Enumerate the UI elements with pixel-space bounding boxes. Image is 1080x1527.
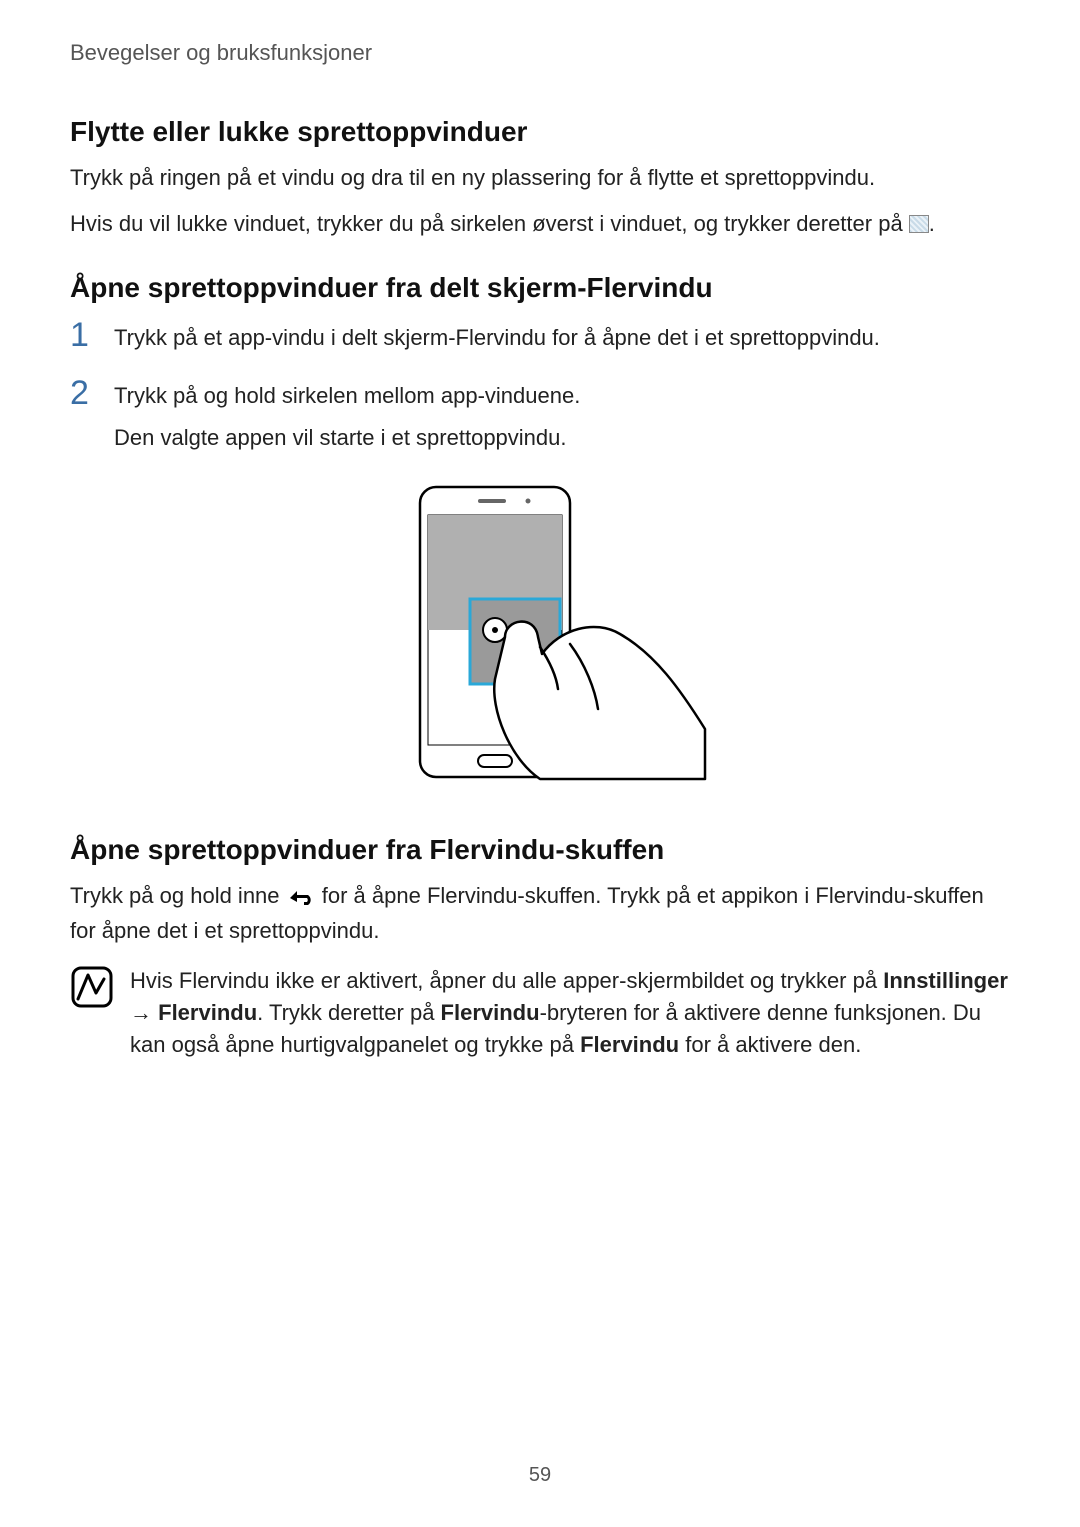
bold-text: Innstillinger bbox=[883, 968, 1008, 993]
back-arrow-icon bbox=[286, 883, 316, 915]
bold-text: Flervindu bbox=[580, 1032, 679, 1057]
figure-phone-tap bbox=[70, 479, 1010, 794]
text: Hvis Flervindu ikke er aktivert, åpner d… bbox=[130, 968, 883, 993]
page: Bevegelser og bruksfunksjoner Flytte ell… bbox=[0, 0, 1080, 1527]
text: → bbox=[130, 1000, 158, 1025]
section-heading-open-from-tray: Åpne sprettoppvinduer fra Flervindu-skuf… bbox=[70, 834, 1010, 866]
text: . Trykk deretter på bbox=[257, 1000, 440, 1025]
bold-text: Flervindu bbox=[441, 1000, 540, 1025]
page-number: 59 bbox=[0, 1464, 1080, 1487]
step-item: Trykk på og hold sirkelen mellom app-vin… bbox=[70, 380, 1010, 454]
text: Trykk på og hold inne bbox=[70, 883, 286, 908]
text: Hvis du vil lukke vinduet, trykker du på… bbox=[70, 211, 909, 236]
section-heading-move-close: Flytte eller lukke sprettoppvinduer bbox=[70, 116, 1010, 148]
step-text: Trykk på og hold sirkelen mellom app-vin… bbox=[114, 380, 1010, 412]
step-text: Trykk på et app-vindu i delt skjerm-Fler… bbox=[114, 322, 1010, 354]
paragraph: Hvis du vil lukke vinduet, trykker du på… bbox=[70, 208, 1010, 240]
paragraph: Trykk på ringen på et vindu og dra til e… bbox=[70, 162, 1010, 194]
paragraph: Trykk på og hold inne for å åpne Flervin… bbox=[70, 880, 1010, 947]
step-text: Den valgte appen vil starte i et spretto… bbox=[114, 422, 1010, 454]
text: for å aktivere den. bbox=[679, 1032, 861, 1057]
text: . bbox=[929, 211, 935, 236]
note-icon bbox=[70, 965, 114, 1061]
step-item: Trykk på et app-vindu i delt skjerm-Fler… bbox=[70, 322, 1010, 354]
note-text: Hvis Flervindu ikke er aktivert, åpner d… bbox=[130, 965, 1010, 1061]
note-block: Hvis Flervindu ikke er aktivert, åpner d… bbox=[70, 965, 1010, 1061]
close-icon bbox=[909, 215, 929, 233]
steps-list: Trykk på et app-vindu i delt skjerm-Fler… bbox=[70, 322, 1010, 454]
section-heading-open-from-split: Åpne sprettoppvinduer fra delt skjerm-Fl… bbox=[70, 272, 1010, 304]
bold-text: Flervindu bbox=[158, 1000, 257, 1025]
chapter-title: Bevegelser og bruksfunksjoner bbox=[70, 40, 1010, 66]
